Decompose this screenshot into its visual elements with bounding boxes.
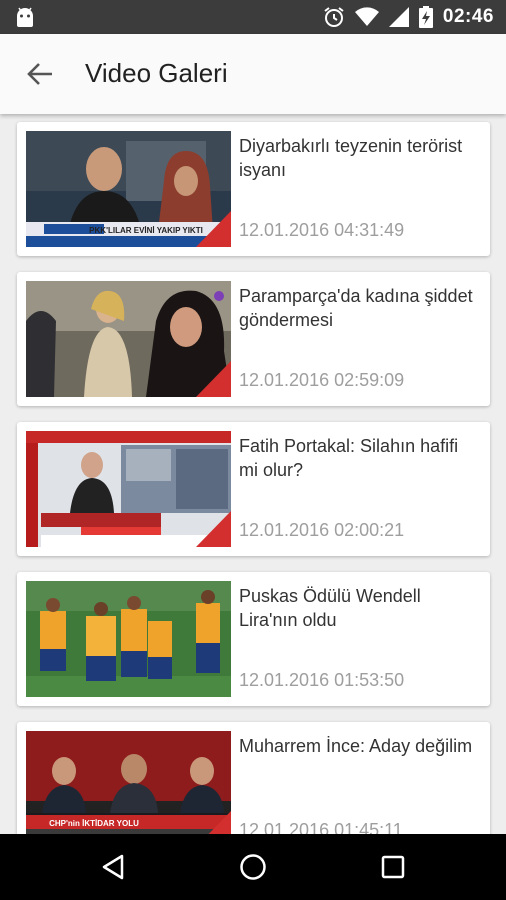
video-date: 12.01.2016 04:31:49: [239, 220, 405, 240]
wifi-icon: [354, 7, 379, 27]
video-card[interactable]: Paramparça'da kadına şiddet göndermesi 1…: [17, 272, 490, 406]
video-thumbnail: [26, 431, 231, 547]
video-thumbnail: CHP'nin İKTİDAR YOLU: [26, 731, 231, 834]
nav-recents-icon[interactable]: [378, 852, 408, 882]
video-thumbnail: [26, 281, 231, 397]
battery-charging-icon: [418, 6, 433, 28]
nav-home-icon[interactable]: [238, 852, 268, 882]
page-title: Video Galeri: [85, 58, 228, 88]
video-thumbnail: [26, 581, 231, 697]
status-bar: 02:46: [0, 0, 506, 34]
video-date: 12.01.2016 01:45:11: [239, 820, 403, 834]
thumbnail-caption: PKK'LILAR EVİNİ YAKIP YIKTI: [89, 226, 203, 235]
signal-icon: [388, 7, 409, 27]
video-thumbnail: PKK'LILAR EVİNİ YAKIP YIKTI: [26, 131, 231, 247]
video-title: Diyarbakırlı teyzenin terörist isyanı: [239, 136, 463, 180]
navigation-bar: [0, 834, 506, 900]
video-date: 12.01.2016 01:53:50: [239, 670, 405, 690]
alarm-icon: [324, 7, 344, 27]
video-title: Puskas Ödülü Wendell Lira'nın oldu: [239, 586, 421, 630]
app-bar: Video Galeri: [0, 34, 506, 114]
video-card[interactable]: Puskas Ödülü Wendell Lira'nın oldu 12.01…: [17, 572, 490, 706]
thumbnail-caption: CHP'nin İKTİDAR YOLU: [49, 819, 139, 828]
video-date: 12.01.2016 02:00:21: [239, 520, 405, 540]
nav-back-icon[interactable]: [98, 852, 128, 882]
video-list[interactable]: PKK'LILAR EVİNİ YAKIP YIKTI Diyarbakırlı…: [0, 114, 506, 834]
video-date: 12.01.2016 02:59:09: [239, 370, 405, 390]
video-card[interactable]: PKK'LILAR EVİNİ YAKIP YIKTI Diyarbakırlı…: [17, 122, 490, 256]
video-card[interactable]: Fatih Portakal: Silahın hafifi mi olur? …: [17, 422, 490, 556]
clock: 02:46: [442, 6, 494, 27]
video-title: Muharrem İnce: Aday değilim: [239, 736, 473, 756]
video-title: Fatih Portakal: Silahın hafifi mi olur?: [239, 436, 459, 480]
android-icon: [17, 7, 33, 27]
video-title: Paramparça'da kadına şiddet göndermesi: [239, 286, 473, 330]
video-card[interactable]: CHP'nin İKTİDAR YOLU Muharrem İnce: Aday…: [17, 722, 490, 834]
arrow-back-icon[interactable]: [26, 60, 54, 88]
